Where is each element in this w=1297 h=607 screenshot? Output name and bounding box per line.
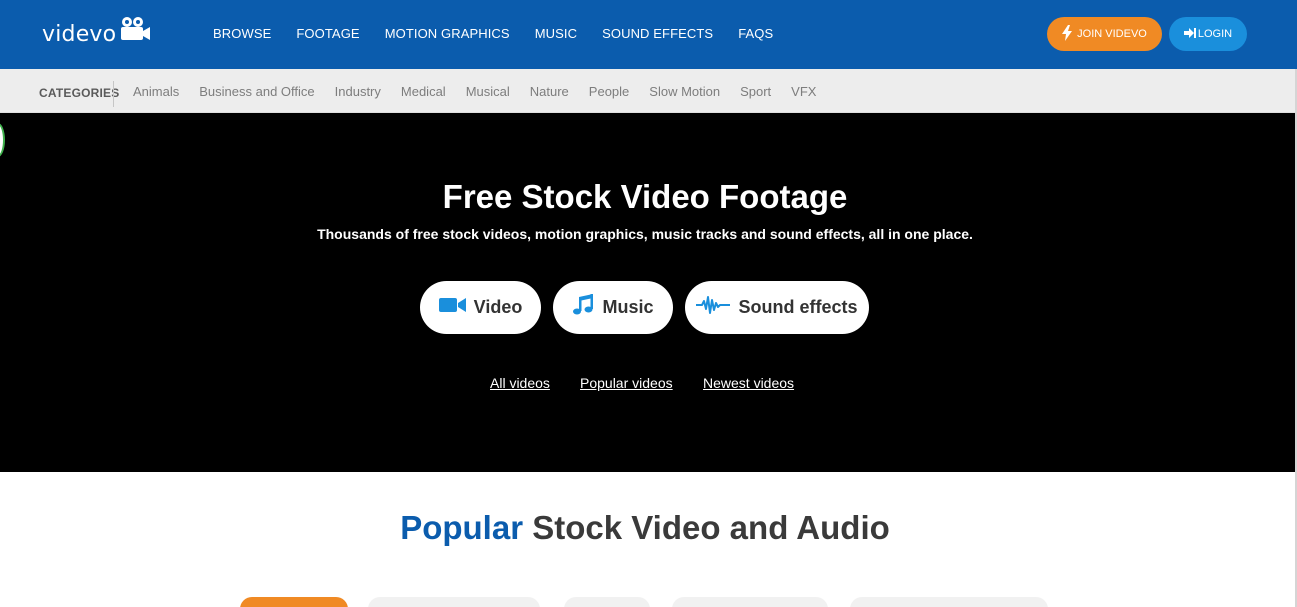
nav-faqs[interactable]: FAQS bbox=[738, 26, 773, 41]
hero-subtitle: Thousands of free stock videos, motion g… bbox=[317, 226, 973, 242]
categories-label: CATEGORIES bbox=[39, 86, 120, 100]
popular-tab[interactable] bbox=[850, 597, 1048, 607]
popular-tab[interactable] bbox=[672, 597, 828, 607]
camera-icon bbox=[119, 15, 151, 48]
waveform-icon bbox=[696, 294, 738, 321]
nav-sound-effects[interactable]: SOUND EFFECTS bbox=[602, 26, 713, 41]
popular-heading-accent: Popular bbox=[400, 509, 524, 546]
join-videvo-label: JOIN VIDEVO bbox=[1077, 28, 1147, 40]
popular-videos-link[interactable]: Popular videos bbox=[580, 375, 673, 391]
nav-music[interactable]: MUSIC bbox=[535, 26, 577, 41]
category-slow-motion[interactable]: Slow Motion bbox=[649, 84, 720, 99]
video-camera-icon bbox=[438, 297, 474, 318]
top-header: videvo BROWSE FOOTAGE MOTION GRAPHICS MU… bbox=[0, 0, 1297, 69]
category-divider bbox=[113, 81, 114, 107]
popular-tab[interactable] bbox=[564, 597, 650, 607]
video-button[interactable]: Video bbox=[420, 281, 541, 334]
popular-heading-rest: Stock Video and Audio bbox=[532, 509, 890, 546]
bolt-icon bbox=[1062, 24, 1077, 44]
category-musical[interactable]: Musical bbox=[466, 84, 510, 99]
nav-motion-graphics[interactable]: MOTION GRAPHICS bbox=[385, 26, 510, 41]
category-people[interactable]: People bbox=[589, 84, 629, 99]
category-vfx[interactable]: VFX bbox=[791, 84, 816, 99]
nav-footage[interactable]: FOOTAGE bbox=[296, 26, 359, 41]
music-button-label: Music bbox=[602, 297, 654, 317]
login-button[interactable]: LOGIN bbox=[1169, 17, 1247, 51]
category-bar: CATEGORIES Animals Business and Office I… bbox=[0, 69, 1297, 113]
main-nav: BROWSE FOOTAGE MOTION GRAPHICS MUSIC SOU… bbox=[213, 26, 798, 41]
category-industry[interactable]: Industry bbox=[335, 84, 381, 99]
video-button-label: Video bbox=[473, 297, 523, 317]
all-videos-link[interactable]: All videos bbox=[490, 375, 550, 391]
category-animals[interactable]: Animals bbox=[133, 84, 179, 99]
sound-effects-button-label: Sound effects bbox=[738, 297, 858, 317]
hero-title: Free Stock Video Footage bbox=[442, 178, 848, 215]
category-nature[interactable]: Nature bbox=[530, 84, 569, 99]
join-videvo-button[interactable]: JOIN VIDEVO bbox=[1047, 17, 1162, 51]
category-medical[interactable]: Medical bbox=[401, 84, 446, 99]
sound-effects-button[interactable]: Sound effects bbox=[685, 281, 869, 334]
popular-tab[interactable] bbox=[368, 597, 540, 607]
category-business-and-office[interactable]: Business and Office bbox=[199, 84, 314, 99]
nav-browse[interactable]: BROWSE bbox=[213, 26, 271, 41]
login-icon bbox=[1183, 27, 1198, 42]
music-note-icon bbox=[572, 294, 602, 321]
category-sport[interactable]: Sport bbox=[740, 84, 771, 99]
login-label: LOGIN bbox=[1197, 28, 1233, 40]
popular-tab-active[interactable] bbox=[240, 597, 348, 607]
newest-videos-link[interactable]: Newest videos bbox=[703, 375, 794, 391]
music-button[interactable]: Music bbox=[553, 281, 673, 334]
videvo-logo[interactable]: videvo bbox=[42, 15, 151, 51]
popular-heading: Popular Stock Video and Audio bbox=[0, 509, 1290, 547]
logo-text: videvo bbox=[42, 21, 117, 47]
category-list: Animals Business and Office Industry Med… bbox=[133, 84, 836, 99]
